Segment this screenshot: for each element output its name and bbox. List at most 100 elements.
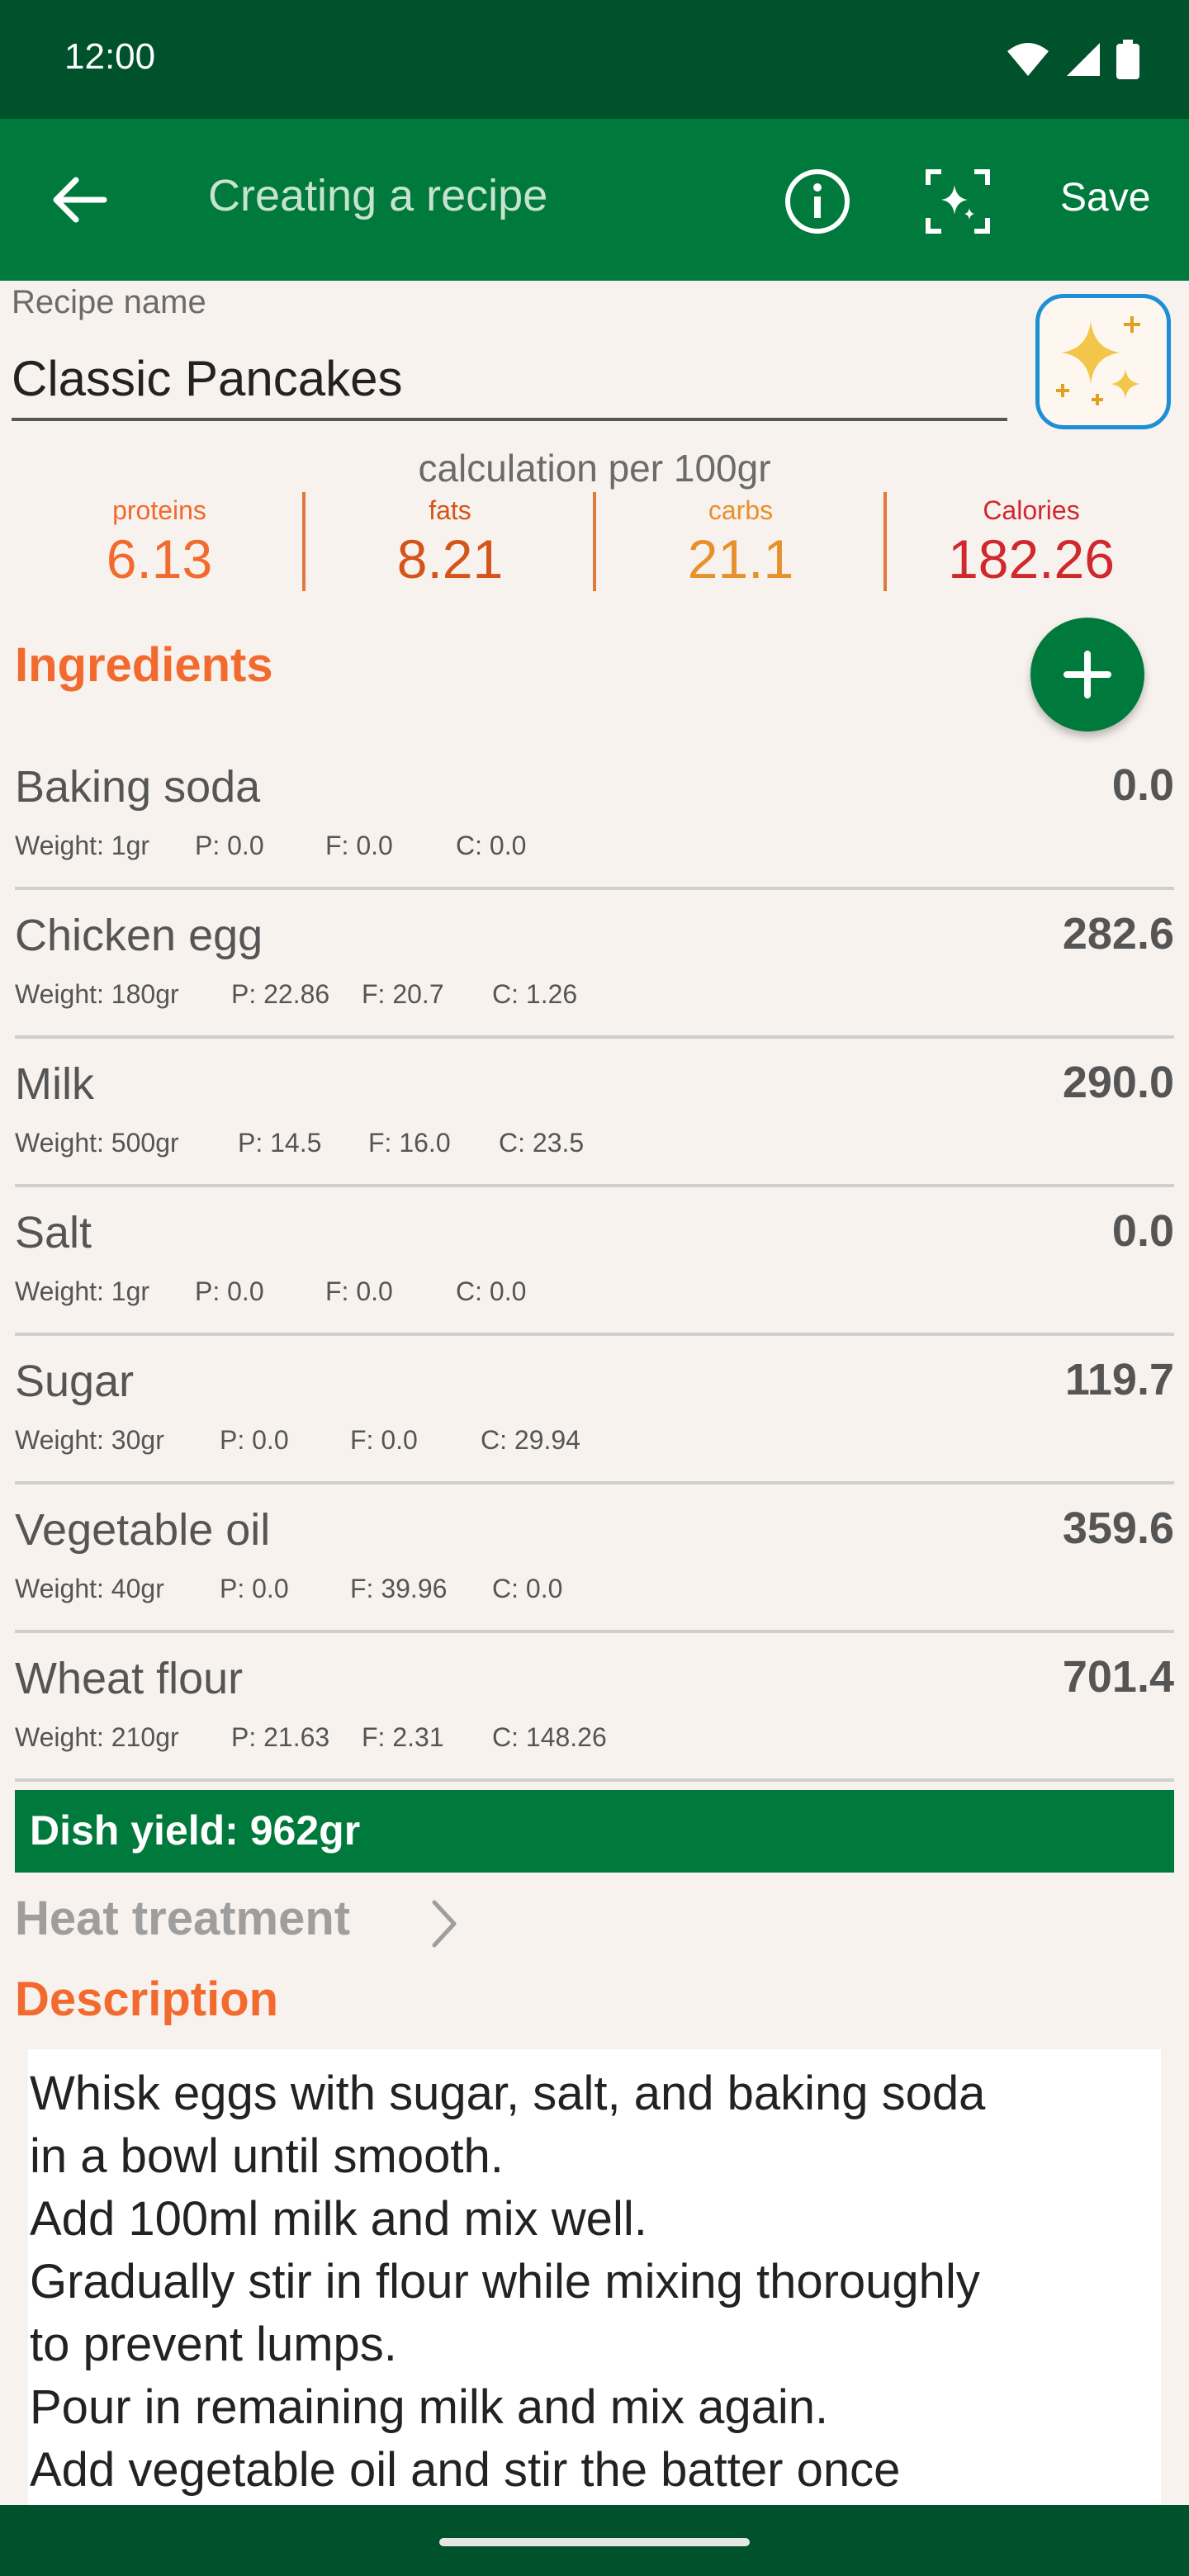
ingredient-calories: 0.0	[1111, 760, 1174, 810]
ingredient-name: Baking soda	[15, 762, 261, 812]
recipe-name-input[interactable]: Classic Pancakes	[12, 350, 403, 407]
ingredient-name: Sugar	[15, 1357, 135, 1406]
status-icons	[1006, 38, 1139, 81]
dish-yield-bar[interactable]: Dish yield: 962gr	[15, 1790, 1174, 1873]
signal-icon	[1067, 43, 1100, 76]
scan-sparkle-icon[interactable]	[923, 167, 992, 236]
ingredient-row[interactable]: Milk 290.0 Weight: 500gr P: 14.5 F: 16.0 C:…	[15, 1040, 1174, 1187]
ingredient-protein: P: 0.0	[220, 1425, 289, 1455]
plus-icon	[1063, 651, 1111, 698]
description-line: Whisk eggs with sugar, salt, and baking …	[30, 2067, 986, 2120]
status-time: 12:00	[64, 36, 156, 77]
macro-value: 182.26	[948, 528, 1115, 590]
ingredient-weight: Weight: 1gr	[15, 1276, 150, 1306]
ingredient-fat: F: 16.0	[368, 1128, 451, 1158]
macro-carbs: carbs 21.1	[596, 495, 885, 590]
add-ingredient-button[interactable]	[1030, 618, 1144, 732]
ingredient-calories: 119.7	[1064, 1355, 1174, 1404]
macro-calories: Calories 182.26	[887, 495, 1176, 590]
ingredient-meta: Weight: 180gr P: 22.86 F: 20.7 C: 1.26	[15, 979, 577, 1010]
chevron-right-icon[interactable]	[428, 1897, 461, 1950]
description-line: Add vegetable oil and stir the batter on…	[30, 2443, 901, 2497]
ingredient-fat: F: 39.96	[350, 1574, 448, 1603]
ingredient-protein: P: 0.0	[195, 831, 264, 860]
ingredient-meta: Weight: 210gr P: 21.63 F: 2.31 C: 148.26	[15, 1722, 607, 1753]
heat-treatment-link[interactable]: Heat treatment	[15, 1891, 350, 1946]
ingredient-weight: Weight: 210gr	[15, 1722, 179, 1752]
ingredient-fat: F: 2.31	[362, 1722, 444, 1752]
description-textarea[interactable]: Whisk eggs with sugar, salt, and baking …	[28, 2049, 1161, 2505]
ingredient-carbs: C: 0.0	[492, 1574, 563, 1603]
macro-fats: fats 8.21	[306, 495, 594, 590]
battery-icon	[1116, 40, 1139, 79]
description-line: to prevent lumps.	[30, 2318, 397, 2371]
macro-value: 21.1	[687, 528, 794, 590]
ingredient-name: Salt	[15, 1208, 92, 1257]
ingredient-fat: F: 0.0	[325, 831, 393, 860]
ingredient-meta: Weight: 500gr P: 14.5 F: 16.0 C: 23.5	[15, 1128, 584, 1158]
ingredient-calories: 290.0	[1062, 1058, 1174, 1107]
ingredient-fat: F: 20.7	[362, 979, 444, 1009]
recipe-name-underline	[12, 418, 1007, 421]
arrow-left-icon[interactable]	[46, 170, 112, 230]
ingredient-weight: Weight: 180gr	[15, 979, 179, 1009]
ingredient-carbs: C: 1.26	[492, 979, 578, 1009]
macro-label: Calories	[983, 495, 1080, 525]
ingredient-meta: Weight: 1gr P: 0.0 F: 0.0 C: 0.0	[15, 1276, 526, 1307]
ingredient-meta: Weight: 1gr P: 0.0 F: 0.0 C: 0.0	[15, 831, 526, 861]
macro-label: carbs	[708, 495, 774, 525]
ingredient-carbs: C: 23.5	[499, 1128, 585, 1158]
description-line: Pour in remaining milk and mix again.	[30, 2380, 829, 2434]
ingredient-protein: P: 0.0	[195, 1276, 264, 1306]
ingredient-calories: 359.6	[1062, 1503, 1174, 1553]
status-bar: 12:00	[0, 0, 1189, 119]
ingredient-protein: P: 0.0	[220, 1574, 289, 1603]
ingredient-carbs: C: 148.26	[492, 1722, 607, 1752]
ingredient-fat: F: 0.0	[350, 1425, 418, 1455]
sparkles-icon	[1056, 316, 1140, 405]
macro-value: 6.13	[106, 528, 213, 590]
description-line: Gradually stir in flour while mixing tho…	[30, 2255, 980, 2308]
macro-label: proteins	[112, 495, 206, 525]
ingredient-carbs: C: 0.0	[456, 831, 527, 860]
ingredient-row[interactable]: Wheat flour 701.4 Weight: 210gr P: 21.63 F…	[15, 1635, 1174, 1782]
ingredient-row[interactable]: Baking soda 0.0 Weight: 1gr P: 0.0 F: 0.0 C…	[15, 743, 1174, 890]
ingredient-fat: F: 0.0	[325, 1276, 393, 1306]
ingredient-weight: Weight: 40gr	[15, 1574, 164, 1603]
macro-value: 8.21	[396, 528, 504, 590]
ingredient-meta: Weight: 40gr P: 0.0 F: 39.96 C: 0.0	[15, 1574, 562, 1604]
calculation-label: calculation per 100gr	[418, 447, 771, 490]
save-button[interactable]: Save	[1060, 175, 1150, 220]
ingredient-weight: Weight: 30gr	[15, 1425, 164, 1455]
ai-generate-button[interactable]	[1035, 294, 1171, 429]
page-title: Creating a recipe	[208, 171, 548, 220]
ingredient-calories: 0.0	[1111, 1206, 1174, 1256]
ingredient-row[interactable]: Sugar 119.7 Weight: 30gr P: 0.0 F: 0.0 C: 2…	[15, 1338, 1174, 1485]
ingredient-name: Wheat flour	[15, 1654, 244, 1703]
ingredient-name: Chicken egg	[15, 911, 263, 960]
ingredients-title: Ingredients	[15, 638, 273, 692]
ingredient-calories: 282.6	[1062, 909, 1174, 959]
ingredient-row[interactable]: Vegetable oil 359.6 Weight: 40gr P: 0.0 F:…	[15, 1486, 1174, 1633]
ingredient-weight: Weight: 1gr	[15, 831, 150, 860]
ingredient-calories: 701.4	[1062, 1652, 1174, 1702]
ingredient-carbs: C: 0.0	[456, 1276, 527, 1306]
ingredient-protein: P: 21.63	[231, 1722, 330, 1752]
description-line: in a bowl until smooth.	[30, 2129, 504, 2183]
ingredient-name: Milk	[15, 1059, 94, 1109]
ingredient-protein: P: 22.86	[231, 979, 330, 1009]
ingredient-row[interactable]: Chicken egg 282.6 Weight: 180gr P: 22.86 F…	[15, 892, 1174, 1039]
ingredient-weight: Weight: 500gr	[15, 1128, 179, 1158]
system-nav-bar	[0, 2505, 1189, 2576]
info-icon[interactable]	[783, 167, 852, 236]
ingredient-name: Vegetable oil	[15, 1505, 271, 1555]
ingredient-carbs: C: 29.94	[481, 1425, 580, 1455]
app-bar: Creating a recipe Save	[0, 119, 1189, 281]
recipe-name-label: Recipe name	[12, 284, 206, 320]
ingredient-row[interactable]: Salt 0.0 Weight: 1gr P: 0.0 F: 0.0 C: 0.0	[15, 1189, 1174, 1336]
description-line: Add 100ml milk and mix well.	[30, 2192, 647, 2246]
wifi-icon	[1007, 43, 1049, 76]
ingredient-meta: Weight: 30gr P: 0.0 F: 0.0 C: 29.94	[15, 1425, 580, 1456]
macro-proteins: proteins 6.13	[15, 495, 304, 590]
home-gesture-handle[interactable]	[439, 2538, 750, 2546]
